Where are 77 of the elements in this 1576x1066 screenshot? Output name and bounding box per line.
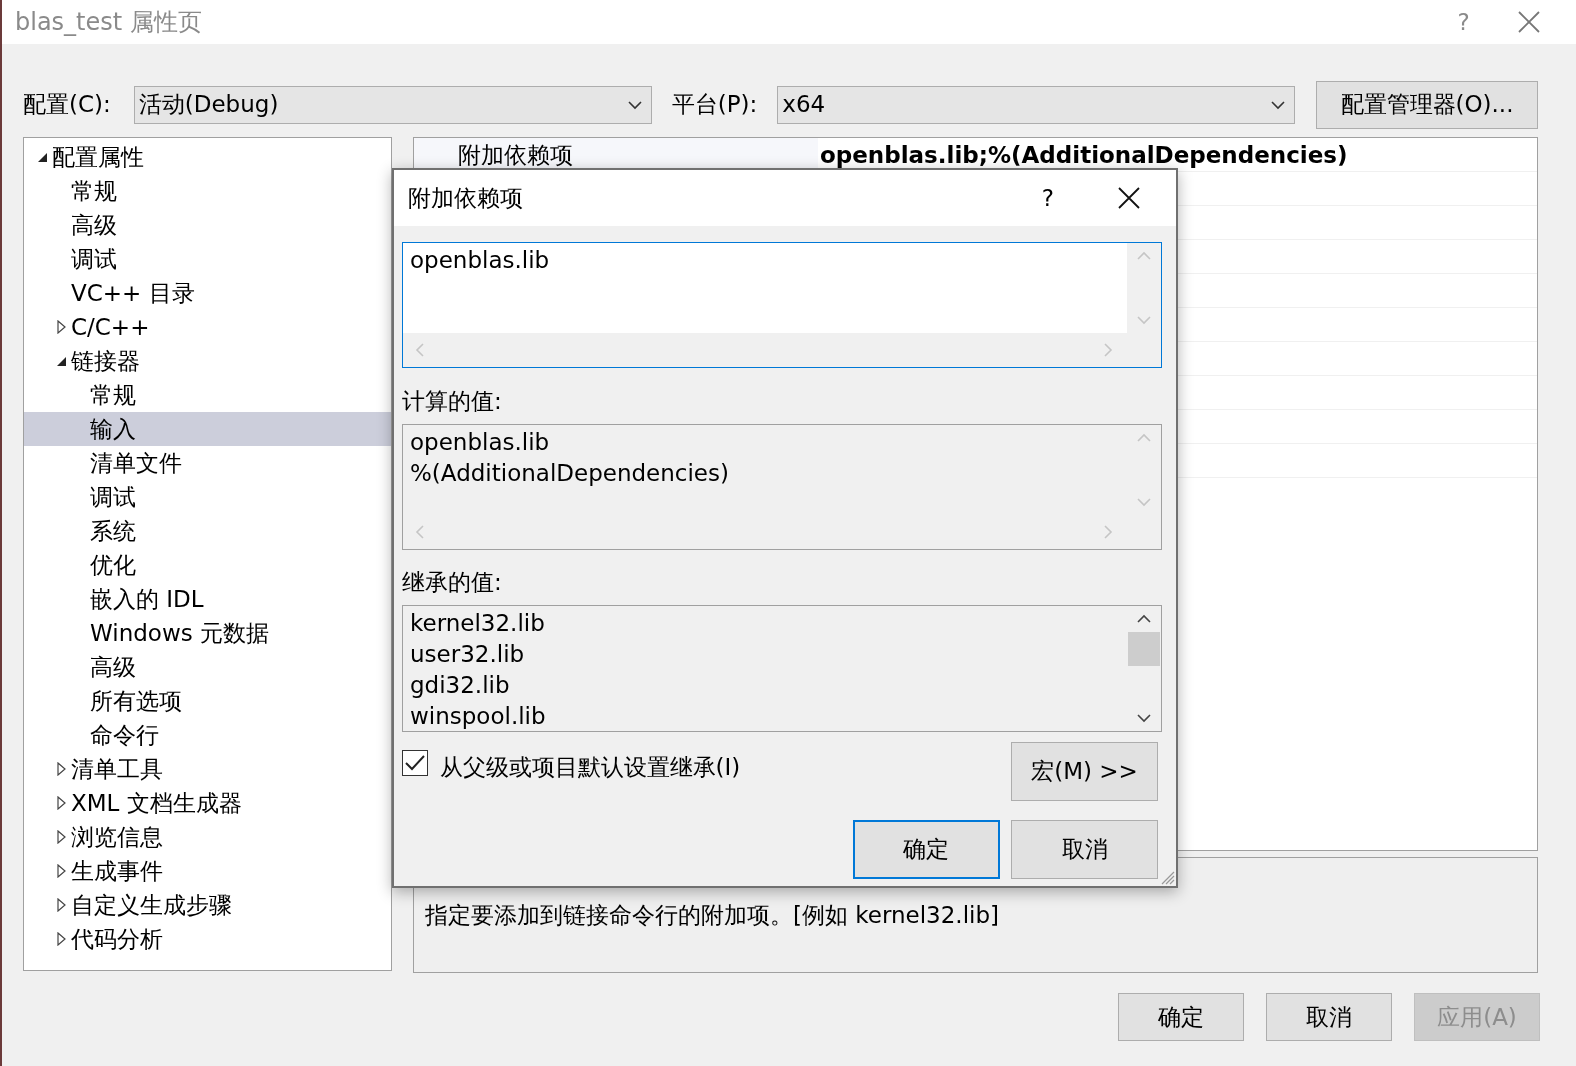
tree-item[interactable]: 输入: [90, 412, 136, 446]
config-dropdown[interactable]: 活动(Debug): [133, 85, 652, 124]
chevron-left-icon: [415, 524, 425, 540]
tree-item[interactable]: 配置属性: [52, 140, 144, 174]
scrollbar-thumb[interactable]: [1128, 632, 1160, 666]
tree-item[interactable]: Windows 元数据: [90, 616, 269, 650]
tree-item[interactable]: 命令行: [90, 718, 159, 752]
chevron-right-icon: [1103, 524, 1113, 540]
property-value: openblas.lib;%(AdditionalDependencies): [819, 141, 1348, 170]
help-button[interactable]: ?: [1041, 180, 1054, 216]
text-line: user32.lib: [410, 640, 526, 669]
chevron-up-icon: [1136, 433, 1152, 443]
checkbox[interactable]: [402, 750, 428, 776]
chevron-down-icon[interactable]: [1136, 713, 1152, 723]
chevron-down-icon: [1270, 99, 1287, 110]
dialog-button[interactable]: 取消: [1011, 820, 1158, 879]
text-line: winspool.lib: [410, 702, 547, 731]
section-label: 继承的值:: [402, 567, 503, 597]
tree-item[interactable]: 所有选项: [90, 684, 182, 718]
tree-item[interactable]: 调试: [71, 242, 117, 276]
tree-item[interactable]: 常规: [71, 174, 117, 208]
tree-item[interactable]: XML 文档生成器: [71, 786, 242, 820]
tree-item[interactable]: 生成事件: [71, 854, 163, 888]
text-line: gdi32.lib: [410, 671, 511, 700]
text-line: kernel32.lib: [410, 609, 546, 638]
chevron-down-icon: [1136, 315, 1152, 325]
collapsed-triangle-icon[interactable]: [57, 762, 66, 776]
dialog-title: 附加依赖项: [408, 183, 524, 213]
resize-grip-icon[interactable]: [1161, 871, 1175, 885]
tree-item[interactable]: VC++ 目录: [71, 276, 195, 310]
platform-label: 平台(P):: [671, 90, 758, 120]
config-manager-button[interactable]: 配置管理器(O)...: [1316, 80, 1538, 129]
tree-item[interactable]: 系统: [90, 514, 136, 548]
collapsed-triangle-icon[interactable]: [57, 796, 66, 810]
tree-item[interactable]: 代码分析: [71, 922, 163, 956]
chevron-right-icon: [1103, 342, 1113, 358]
check-icon: [405, 755, 425, 771]
collapsed-triangle-icon[interactable]: [57, 898, 66, 912]
dialog-button[interactable]: 取消: [1266, 993, 1392, 1041]
description-text: 指定要添加到链接命令行的附加项。[例如 kernel32.lib]: [425, 901, 1001, 930]
collapsed-triangle-icon[interactable]: [57, 320, 66, 334]
chevron-up-icon[interactable]: [1136, 614, 1152, 624]
section-label: 计算的值:: [402, 386, 503, 416]
tree-item[interactable]: 高级: [90, 650, 136, 684]
expanded-triangle-icon[interactable]: [56, 355, 67, 367]
collapsed-triangle-icon[interactable]: [57, 932, 66, 946]
field-value: openblas.lib: [410, 246, 551, 275]
config-label: 配置(C):: [23, 90, 111, 120]
text-line: openblas.lib: [410, 428, 551, 457]
expanded-triangle-icon[interactable]: [37, 151, 48, 163]
tree-item[interactable]: 浏览信息: [71, 820, 163, 854]
tree-item[interactable]: 常规: [90, 378, 136, 412]
tree-item[interactable]: 嵌入的 IDL: [90, 582, 204, 616]
collapsed-triangle-icon[interactable]: [57, 864, 66, 878]
chevron-left-icon: [415, 342, 425, 358]
close-icon[interactable]: [1118, 187, 1140, 209]
chevron-down-icon: [626, 99, 643, 110]
dialog-button[interactable]: 确定: [852, 820, 1000, 879]
tree-item[interactable]: 清单文件: [90, 446, 182, 480]
chevron-down-icon: [1136, 497, 1152, 507]
tree-item[interactable]: 链接器: [71, 344, 140, 378]
tree-item[interactable]: C/C++: [71, 310, 150, 344]
chevron-up-icon: [1136, 251, 1152, 261]
tree-item[interactable]: 优化: [90, 548, 136, 582]
text-area[interactable]: openblas.lib: [402, 242, 1162, 368]
checkbox-label[interactable]: 从父级或项目默认设置继承(I): [439, 750, 741, 785]
text-line: %(AdditionalDependencies): [410, 459, 730, 488]
dialog-button[interactable]: 确定: [1118, 993, 1244, 1041]
window-title: blas_test 属性页: [15, 7, 203, 38]
tree-item[interactable]: 清单工具: [71, 752, 163, 786]
platform-dropdown[interactable]: x64: [777, 85, 1296, 124]
collapsed-triangle-icon[interactable]: [57, 830, 66, 844]
dialog-button: 应用(A): [1414, 993, 1540, 1041]
tree-item[interactable]: 自定义生成步骤: [71, 888, 232, 922]
tree-item[interactable]: 调试: [90, 480, 136, 514]
tree-item[interactable]: 高级: [71, 208, 117, 242]
macros-button[interactable]: 宏(M) >>: [1011, 742, 1158, 801]
